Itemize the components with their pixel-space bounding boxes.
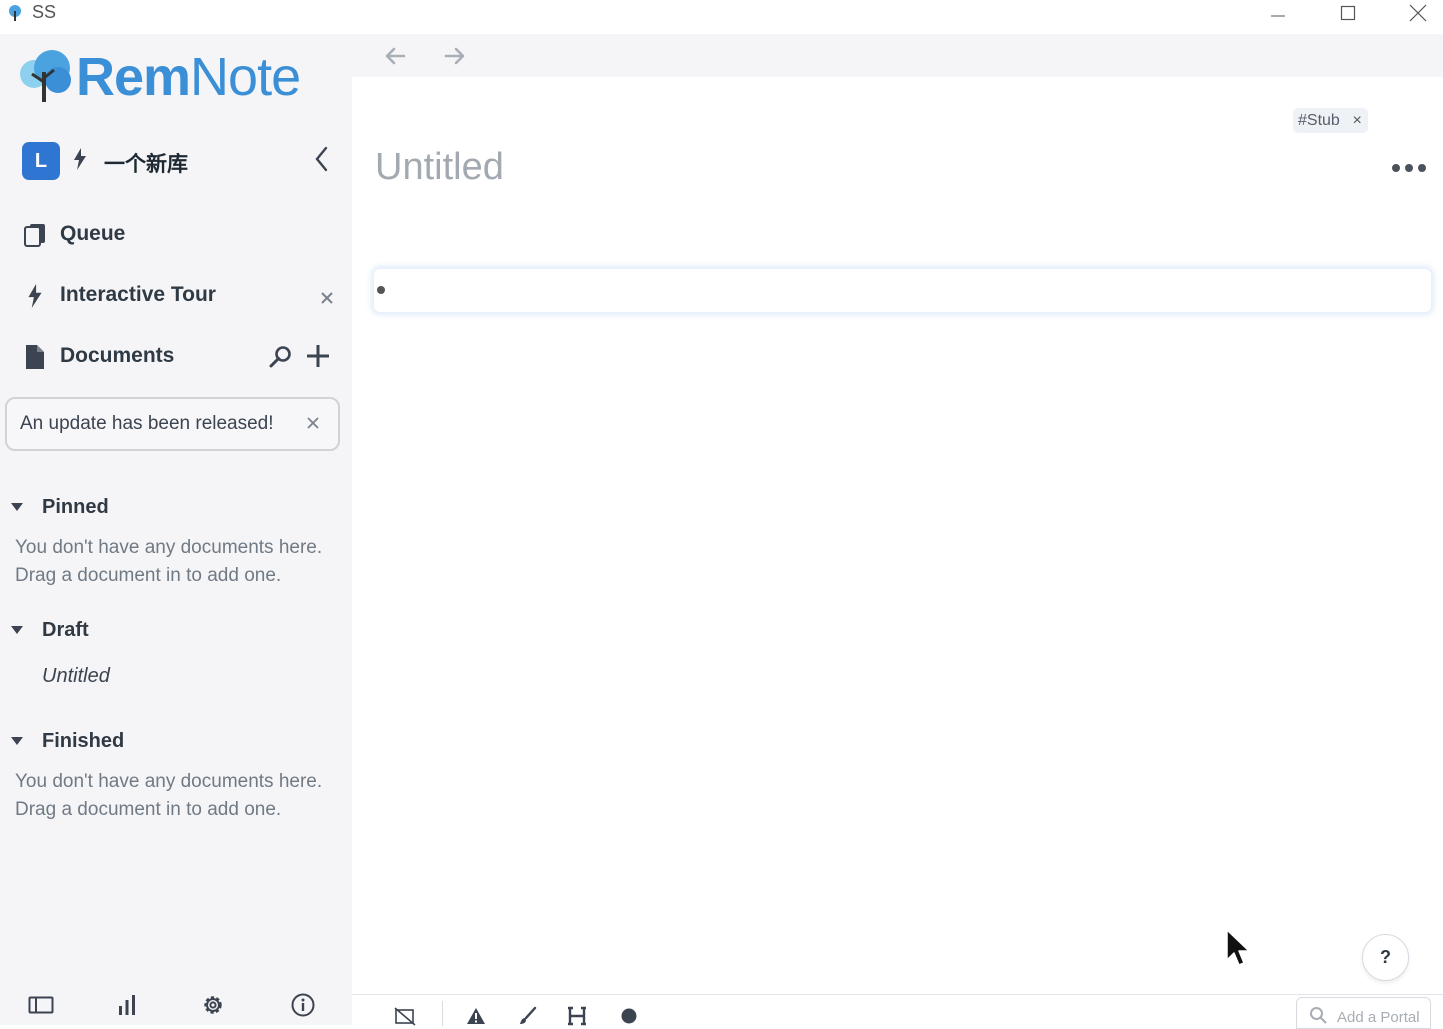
- document-title[interactable]: Untitled: [375, 146, 504, 189]
- search-icon[interactable]: [268, 344, 294, 370]
- remnote-logo[interactable]: RemNote: [18, 48, 328, 106]
- section-draft: Draft Untitled: [10, 617, 352, 687]
- more-dot: [1392, 164, 1400, 172]
- logo-wordmark: RemNote: [76, 47, 301, 107]
- maximize-icon: [1340, 5, 1356, 21]
- sidebar-item-documents[interactable]: Documents: [22, 340, 342, 376]
- info-icon: [291, 993, 315, 1017]
- tag-label: #Stub: [1298, 112, 1340, 129]
- bullet-style-button[interactable]: [617, 1005, 641, 1027]
- close-icon[interactable]: [303, 413, 323, 433]
- close-window-button[interactable]: [1388, 0, 1443, 26]
- highlight-button[interactable]: [515, 1005, 539, 1027]
- section-title: Pinned: [42, 496, 109, 518]
- help-button[interactable]: ?: [1362, 934, 1409, 981]
- sidebar-layout-icon: [28, 996, 54, 1014]
- knowledge-base-switcher[interactable]: L 一个新库: [22, 140, 342, 180]
- heading-button[interactable]: [565, 1005, 589, 1027]
- section-title: Draft: [42, 619, 89, 641]
- app-icon: [9, 5, 21, 21]
- stats-button[interactable]: [112, 990, 142, 1020]
- cards-icon: [24, 224, 45, 247]
- mouse-cursor-icon: [1226, 929, 1250, 966]
- minimize-button[interactable]: [1248, 0, 1308, 26]
- gear-icon: [204, 996, 222, 1014]
- caret-down-icon: [11, 737, 23, 745]
- rem-editor-line[interactable]: [374, 269, 1431, 312]
- empty-message: You don't have any documents here.: [15, 771, 323, 792]
- window-titlebar: SS: [0, 0, 1443, 34]
- kb-avatar: L: [22, 142, 60, 180]
- sidebar-item-label: Queue: [60, 222, 126, 245]
- toggle-layout-button[interactable]: [26, 990, 56, 1020]
- logo-tree-icon: [20, 50, 71, 102]
- more-dot: [1418, 164, 1426, 172]
- bar-chart-icon: [119, 995, 135, 1015]
- add-portal-input[interactable]: Add a Portal: [1296, 997, 1431, 1029]
- warning-button[interactable]: [464, 1005, 488, 1027]
- document-list-item[interactable]: Untitled: [42, 665, 110, 688]
- circle-icon: [621, 1008, 637, 1024]
- empty-message-hint: Drag a document in to add one.: [15, 799, 282, 820]
- maximize-button[interactable]: [1318, 0, 1378, 26]
- sidebar-item-label: Documents: [60, 344, 175, 367]
- more-dot: [1405, 164, 1413, 172]
- info-button[interactable]: [288, 990, 318, 1020]
- sidebar-item-queue[interactable]: Queue: [22, 218, 342, 254]
- bullet-icon[interactable]: [377, 286, 385, 294]
- section-header[interactable]: Finished: [10, 728, 352, 758]
- search-icon: [1310, 1007, 1327, 1024]
- bottom-toolbar: Add a Portal: [352, 994, 1443, 1029]
- warning-icon: [467, 1008, 485, 1024]
- update-notice-text: An update has been released!: [20, 413, 274, 434]
- caret-down-icon: [11, 503, 23, 511]
- window-title: SS: [32, 2, 57, 22]
- sidebar-footer: [0, 988, 352, 1025]
- add-portal-placeholder: Add a Portal: [1337, 1009, 1420, 1026]
- sidebar-item-interactive-tour[interactable]: Interactive Tour: [22, 279, 342, 315]
- card-off-icon: [394, 1007, 416, 1026]
- collapse-sidebar-icon[interactable]: [310, 144, 334, 174]
- remove-tag-icon[interactable]: ×: [1352, 108, 1361, 133]
- more-options-button[interactable]: [1392, 158, 1426, 178]
- top-navigation: [352, 34, 1443, 77]
- kb-name: 一个新库: [104, 153, 188, 176]
- section-title: Finished: [42, 730, 125, 752]
- update-notice[interactable]: An update has been released!: [5, 397, 340, 451]
- arrow-left-icon[interactable]: [382, 44, 408, 68]
- caret-down-icon: [11, 626, 23, 634]
- plus-icon[interactable]: [304, 342, 332, 370]
- section-header[interactable]: Draft: [10, 617, 352, 647]
- flashcard-toggle-button[interactable]: [393, 1005, 417, 1027]
- arrow-right-icon[interactable]: [442, 44, 468, 68]
- settings-button[interactable]: [198, 990, 228, 1020]
- document-icon: [26, 345, 44, 369]
- minimize-icon: [1271, 15, 1285, 17]
- section-pinned: Pinned You don't have any documents here…: [10, 494, 352, 586]
- sidebar: RemNote L 一个新库 Queue Interactive Tour Do…: [0, 34, 352, 1025]
- close-icon: [1409, 4, 1427, 22]
- section-header[interactable]: Pinned: [10, 494, 352, 524]
- sidebar-item-label: Interactive Tour: [60, 283, 216, 306]
- lightning-icon: [28, 284, 42, 308]
- close-icon[interactable]: [316, 287, 338, 309]
- tag-chip-stub[interactable]: #Stub ×: [1293, 108, 1368, 133]
- empty-message-hint: Drag a document in to add one.: [15, 565, 282, 586]
- empty-message: You don't have any documents here.: [15, 537, 323, 558]
- toolbar-divider: [442, 1001, 443, 1026]
- brush-icon: [520, 1006, 537, 1024]
- lightning-icon: [74, 148, 86, 170]
- section-finished: Finished You don't have any documents he…: [10, 728, 352, 820]
- heading-icon: [568, 1006, 586, 1026]
